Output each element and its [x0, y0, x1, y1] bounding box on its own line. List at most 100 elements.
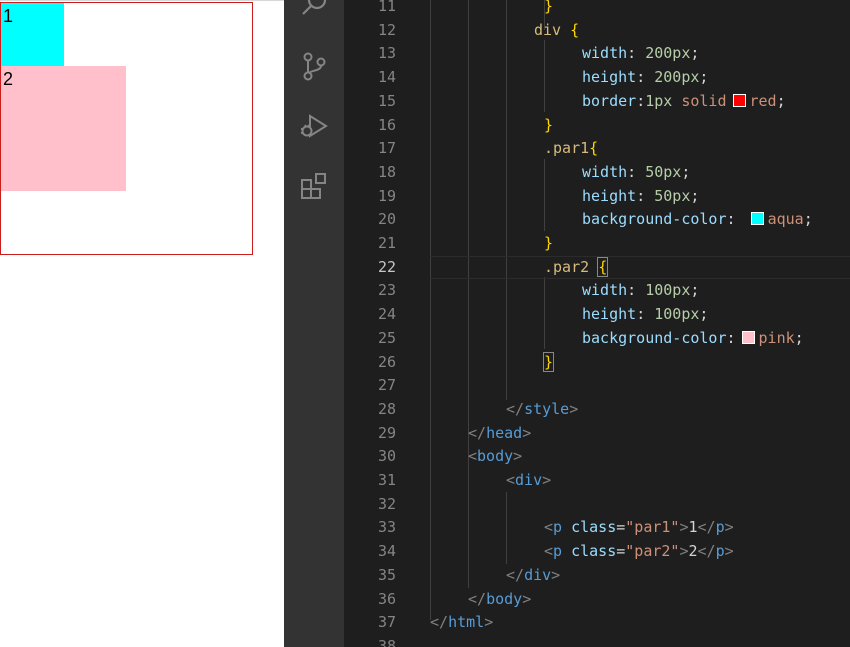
code-line[interactable]: 14 height: 200px; [344, 66, 850, 90]
code-text: <body> [468, 445, 522, 469]
code-line[interactable]: 17 .par1{ [344, 137, 850, 161]
code-line[interactable]: 34 <p class="par2">2</p> [344, 540, 850, 564]
code-token: ; [803, 210, 813, 229]
code-line[interactable]: 28 </style> [344, 398, 850, 422]
code-token: "par2" [625, 542, 680, 561]
code-token: } [544, 0, 554, 15]
code-line[interactable]: 29 </head> [344, 422, 850, 446]
code-token: red [749, 91, 777, 110]
color-swatch[interactable] [732, 93, 746, 107]
code-line[interactable]: 21} [344, 232, 850, 256]
code-token: > [484, 613, 494, 632]
code-line[interactable]: 25 background-color: pink; [344, 327, 850, 351]
code-token: border [582, 91, 637, 110]
code-text: height: 50px; [582, 185, 699, 209]
code-line[interactable]: 11} [344, 0, 850, 19]
code-token: </ [506, 565, 525, 584]
code-token: > [522, 589, 532, 608]
code-token: > [679, 518, 689, 537]
code-line[interactable]: 15 border:1px solid red; [344, 90, 850, 114]
code-token: background-color [582, 328, 727, 347]
code-token: ; [690, 281, 700, 300]
code-line[interactable]: 23 width: 100px; [344, 279, 850, 303]
code-token: < [544, 518, 554, 537]
line-number: 28 [377, 399, 396, 418]
source-control-icon[interactable] [298, 50, 330, 82]
code-token: > [679, 542, 689, 561]
code-token: > [569, 399, 579, 418]
activity-bar [284, 0, 344, 647]
extensions-icon[interactable] [298, 170, 330, 202]
code-line[interactable]: 35 </div> [344, 564, 850, 588]
code-token: { [570, 20, 580, 39]
code-editor[interactable]: 11} 12 div {13 width: 200px; 14 height: 200px… [344, 0, 850, 647]
code-line[interactable]: 27 [344, 374, 850, 398]
code-token: < [468, 447, 478, 466]
line-number: 24 [377, 305, 396, 324]
browser-preview-pane: 1 2 [0, 0, 284, 647]
code-line[interactable]: 24 height: 100px; [344, 303, 850, 327]
code-line[interactable]: 26} [344, 351, 850, 375]
color-swatch[interactable] [750, 212, 764, 226]
code-line[interactable]: 36 </body> [344, 588, 850, 612]
code-line[interactable]: 12 div { [344, 19, 850, 43]
code-line[interactable]: 31 <div> [344, 469, 850, 493]
code-token: p [715, 518, 725, 537]
code-text: </style> [506, 398, 578, 422]
preview-par2-text: 2 [3, 69, 14, 89]
code-line[interactable]: 33 <p class="par1">1</p> [344, 516, 850, 540]
code-token: width [582, 44, 628, 63]
code-line[interactable]: 19 height: 50px; [344, 185, 850, 209]
code-token: { [597, 256, 609, 277]
code-text: .par2 { [544, 256, 609, 280]
run-debug-icon[interactable] [298, 110, 330, 142]
line-number: 34 [377, 542, 396, 561]
line-number: 35 [377, 565, 396, 584]
preview-top-border [0, 0, 284, 1]
code-token: height [582, 305, 637, 324]
code-text: .par1{ [544, 137, 598, 161]
code-line[interactable]: 30 <body> [344, 445, 850, 469]
code-token: : [636, 186, 655, 205]
code-token: ; [776, 91, 786, 110]
code-line[interactable]: 38 [344, 635, 850, 647]
code-token: body [477, 447, 514, 466]
line-number: 29 [377, 423, 396, 442]
code-token: > [513, 447, 523, 466]
line-number: 12 [377, 20, 396, 39]
code-token: </ [430, 613, 449, 632]
code-line[interactable]: 20 background-color: aqua; [344, 208, 850, 232]
line-number: 17 [377, 139, 396, 158]
code-line[interactable]: 37 </html> [344, 611, 850, 635]
code-text: width: 50px; [582, 161, 690, 185]
code-line[interactable]: 18 width: 50px; [344, 161, 850, 185]
code-text: height: 200px; [582, 66, 708, 90]
code-token: 100px [654, 305, 700, 324]
preview-par1-box: 1 [1, 3, 64, 66]
code-token: p [553, 518, 563, 537]
code-text: border:1px solid red; [582, 90, 786, 114]
code-text: </html> [430, 611, 493, 635]
line-number: 14 [377, 68, 396, 87]
code-line[interactable]: 13 width: 200px; [344, 42, 850, 66]
code-token: = [616, 518, 626, 537]
code-text: } [544, 114, 553, 138]
color-swatch[interactable] [741, 330, 755, 344]
code-token: height [582, 186, 637, 205]
code-token: } [542, 351, 555, 372]
code-line[interactable]: 32 [344, 493, 850, 517]
code-token: ; [681, 162, 691, 181]
code-line[interactable]: 22 .par2 { [344, 255, 850, 280]
line-number: 20 [377, 210, 396, 229]
code-token: : [726, 210, 745, 229]
line-number: 31 [377, 471, 396, 489]
line-number: 23 [377, 281, 396, 300]
line-number: 22 [377, 257, 396, 276]
code-token: head [486, 423, 523, 442]
code-token: : [636, 305, 655, 324]
search-icon[interactable] [298, 0, 330, 20]
code-token: p [553, 542, 563, 561]
code-token: html [448, 613, 485, 632]
line-number: 15 [377, 91, 396, 110]
code-line[interactable]: 16} [344, 114, 850, 138]
